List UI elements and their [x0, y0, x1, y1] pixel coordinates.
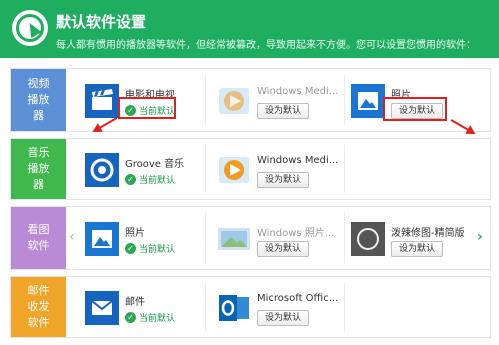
film-clapper-icon	[85, 84, 119, 118]
app-name: Groove 音乐	[125, 159, 185, 170]
app-name: Microsoft Offic...	[257, 293, 339, 304]
check-icon: ✓	[125, 174, 136, 185]
separator	[344, 145, 345, 193]
category-image-viewer: 看图软件	[11, 207, 66, 269]
page-title: 默认软件设置	[56, 13, 147, 31]
check-icon: ✓	[125, 312, 136, 323]
separator	[344, 213, 345, 263]
polarr-icon	[351, 222, 385, 256]
set-default-button[interactable]: 设为默认	[257, 310, 309, 326]
app-name: 照片	[125, 228, 145, 239]
photos-icon	[351, 84, 385, 118]
row-image-viewer: 看图软件 ‹ 照片 ✓ 当前默认 Windows 照片... 设为默认 泼辣修图-…	[10, 206, 491, 270]
category-music-player: 音乐播放器	[11, 139, 66, 199]
annotation-highlight-set-default	[383, 97, 447, 121]
groove-music-icon	[85, 153, 119, 187]
row-music-player: 音乐播放器 Groove 音乐 ✓ 当前默认 Windows Medi... 设为…	[10, 138, 491, 200]
current-default-badge: ✓ 当前默认	[125, 310, 175, 325]
category-video-player: 视频播放器	[11, 69, 66, 131]
app-name: 邮件	[125, 297, 145, 308]
separator	[205, 75, 206, 125]
separator	[344, 283, 345, 331]
windows-media-player-icon	[217, 153, 251, 187]
page-subtitle: 每人都有惯用的播放器等软件，但经常被篡改，导致用起来不方便。您可以设置您惯用的软…	[56, 40, 476, 51]
scroll-right-chevron-icon[interactable]: ›	[477, 229, 483, 245]
photos-icon	[85, 222, 119, 256]
current-default-badge: ✓ 当前默认	[125, 172, 175, 187]
set-default-button[interactable]: 设为默认	[257, 172, 309, 188]
current-default-badge: ✓ 当前默认	[125, 241, 175, 256]
windows-media-player-icon	[217, 84, 251, 118]
category-mail-client: 邮件收发软件	[11, 277, 66, 337]
scroll-left-chevron-icon[interactable]: ‹	[69, 229, 75, 245]
set-default-button[interactable]: 设为默认	[391, 241, 443, 257]
separator	[205, 145, 206, 193]
windows-photo-viewer-icon	[217, 222, 251, 256]
app-name: Windows Medi...	[257, 86, 339, 97]
row-mail-client: 邮件收发软件 邮件 ✓ 当前默认 Microsoft Offic... 设为默认	[10, 276, 491, 338]
set-default-button[interactable]: 设为默认	[257, 241, 309, 257]
set-default-button[interactable]: 设为默认	[257, 103, 309, 119]
app-name: 泼辣修图-精简版	[391, 228, 465, 239]
header-bar: 默认软件设置 每人都有惯用的播放器等软件，但经常被篡改，导致用起来不方便。您可以…	[0, 0, 499, 58]
separator	[205, 213, 206, 263]
app-name: Windows 照片...	[257, 228, 335, 239]
app-name: Windows Medi...	[257, 155, 339, 166]
separator	[205, 283, 206, 331]
separator	[344, 75, 345, 125]
mail-icon	[85, 291, 119, 325]
outlook-icon	[217, 291, 251, 325]
annotation-highlight-current-default	[118, 97, 176, 119]
check-icon: ✓	[125, 243, 136, 254]
default-software-logo-icon	[12, 10, 48, 46]
